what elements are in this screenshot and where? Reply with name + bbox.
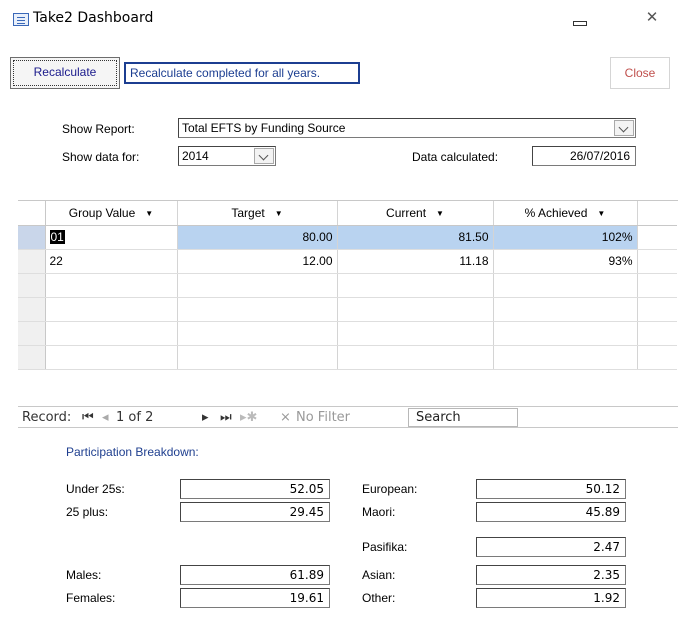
asian-value: 2.35 (476, 565, 626, 585)
chevron-down-icon[interactable] (254, 148, 274, 164)
close-window-icon[interactable]: ✕ (640, 8, 664, 28)
show-report-combobox[interactable]: Total EFTS by Funding Source (178, 118, 636, 138)
previous-record-icon[interactable]: ◂ (102, 410, 109, 425)
record-navigation-bar: Record: ⏮︎ ◂ 1 of 2 ▸ ⏭︎ ▸✱ ⨯ No Filter … (18, 406, 678, 428)
european-value: 50.12 (476, 479, 626, 499)
close-button[interactable]: Close (610, 57, 670, 89)
achieved-cell[interactable]: 102% (493, 225, 638, 250)
25-plus-value: 29.45 (180, 502, 330, 522)
datasheet: Group Value ▼ Target ▼ Current ▼ % Achieved… (18, 200, 678, 426)
empty-row (18, 297, 677, 322)
sort-arrow-icon[interactable]: ▼ (275, 209, 283, 218)
form-icon (13, 13, 29, 26)
sort-arrow-icon[interactable]: ▼ (436, 209, 444, 218)
recalculate-button[interactable]: Recalculate (10, 57, 120, 89)
show-report-value: Total EFTS by Funding Source (182, 121, 346, 135)
next-record-icon[interactable]: ▸ (202, 410, 209, 425)
show-report-label: Show Report: (62, 122, 135, 136)
dashboard-form: Recalculate Recalculate completed for al… (0, 44, 678, 627)
participation-heading: Participation Breakdown: (66, 445, 199, 459)
empty-row (18, 345, 677, 370)
record-selector[interactable] (18, 225, 46, 250)
record-selector[interactable] (18, 249, 46, 274)
males-value: 61.89 (180, 565, 330, 585)
25-plus-label: 25 plus: (66, 505, 109, 519)
column-header-achieved[interactable]: % Achieved ▼ (493, 201, 638, 226)
sort-arrow-icon[interactable]: ▼ (597, 209, 605, 218)
select-all-corner[interactable] (18, 201, 46, 226)
achieved-cell[interactable]: 93% (493, 249, 638, 274)
pasifika-label: Pasifika: (362, 540, 408, 554)
current-cell[interactable]: 81.50 (337, 225, 494, 250)
record-position[interactable]: 1 of 2 (116, 410, 153, 425)
data-calculated-label: Data calculated: (412, 150, 499, 164)
column-header-current[interactable]: Current ▼ (337, 201, 494, 226)
other-label: Other: (362, 591, 396, 605)
table-row[interactable]: 01 80.00 81.50 102% (18, 225, 677, 250)
filter-funnel-icon[interactable]: ⨯ (280, 410, 291, 425)
record-label: Record: (22, 410, 72, 425)
under-25s-label: Under 25s: (66, 482, 125, 496)
empty-row (18, 321, 677, 346)
under-25s-value: 52.05 (180, 479, 330, 499)
show-data-for-label: Show data for: (62, 150, 140, 164)
data-calculated-field: 26/07/2016 (532, 146, 636, 166)
column-header-target[interactable]: Target ▼ (177, 201, 338, 226)
maori-label: Maori: (362, 505, 396, 519)
column-header-group-value[interactable]: Group Value ▼ (45, 201, 178, 226)
status-message: Recalculate completed for all years. (124, 62, 360, 84)
year-value: 2014 (182, 149, 209, 163)
sort-arrow-icon[interactable]: ▼ (145, 209, 153, 218)
search-input[interactable]: Search (408, 408, 518, 427)
year-combobox[interactable]: 2014 (178, 146, 276, 166)
other-value: 1.92 (476, 588, 626, 608)
females-label: Females: (66, 591, 116, 605)
males-label: Males: (66, 568, 102, 582)
pasifika-value: 2.47 (476, 537, 626, 557)
target-cell[interactable]: 12.00 (177, 249, 338, 274)
group-value-cell[interactable]: 01 (45, 225, 178, 250)
maori-value: 45.89 (476, 502, 626, 522)
last-record-icon[interactable]: ⏭︎ (220, 410, 232, 425)
table-row[interactable]: 22 12.00 11.18 93% (18, 249, 677, 274)
first-record-icon[interactable]: ⏮︎ (82, 410, 94, 425)
title-bar: Take2 Dashboard ✕ (0, 0, 678, 44)
european-label: European: (362, 482, 418, 496)
females-value: 19.61 (180, 588, 330, 608)
empty-row (18, 273, 677, 298)
group-value-cell[interactable]: 22 (45, 249, 178, 274)
no-filter-label[interactable]: No Filter (296, 410, 350, 425)
chevron-down-icon[interactable] (614, 120, 634, 136)
target-cell[interactable]: 80.00 (177, 225, 338, 250)
minimize-icon[interactable] (567, 13, 593, 27)
window-title: Take2 Dashboard (33, 10, 154, 26)
asian-label: Asian: (362, 568, 396, 582)
new-record-icon[interactable]: ▸✱ (240, 410, 257, 425)
current-cell[interactable]: 11.18 (337, 249, 494, 274)
